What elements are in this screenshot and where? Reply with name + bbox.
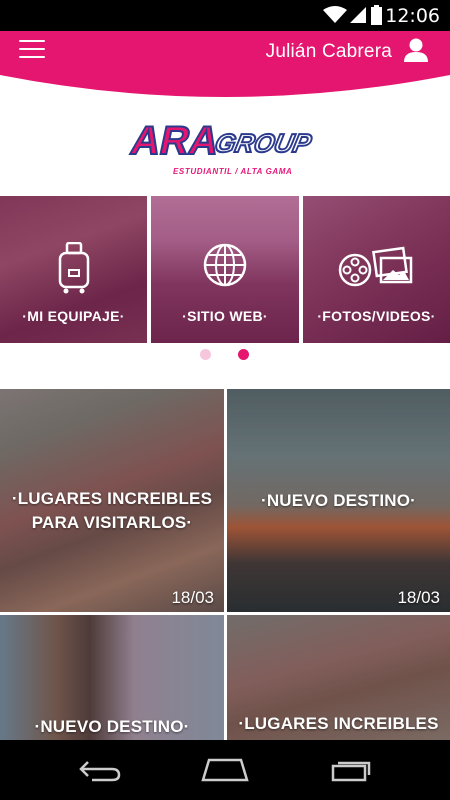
card-nuevo-destino[interactable]: ·NUEVO DESTINO· 18/03 (227, 389, 450, 612)
card-title: ·LUGARES INCREIBLES PARA VISITARLOS· (11, 489, 213, 532)
tile-label: ·SITIO WEB· (182, 308, 268, 324)
status-time: 12:06 (385, 5, 440, 27)
logo-text-main: ARA (127, 117, 223, 162)
tile-sitio-web[interactable]: ·SITIO WEB· (151, 196, 299, 343)
logo-tagline: ESTUDIANTIL / ALTA GAMA (173, 167, 293, 176)
home-icon[interactable] (201, 758, 249, 782)
back-icon[interactable] (78, 758, 122, 782)
status-bar: 12:06 (0, 0, 450, 31)
tile-label: ·MI EQUIPAJE· (22, 308, 125, 324)
card-title: ·NUEVO DESTINO· (34, 717, 190, 736)
user-name[interactable]: Julián Cabrera (266, 41, 392, 63)
pager-dot-1[interactable] (200, 349, 211, 360)
system-nav-bar (0, 740, 450, 800)
tile-label: ·FOTOS/VIDEOS· (317, 308, 436, 324)
globe-icon (203, 243, 247, 287)
card-lugares-increibles[interactable]: ·LUGARES INCREIBLES PARA VISITARLOS· 18/… (0, 389, 224, 612)
tile-mi-equipaje[interactable]: ·MI EQUIPAJE· (0, 196, 147, 343)
user-avatar-icon[interactable] (403, 37, 429, 63)
signal-icon (350, 7, 366, 23)
tile-fotos-videos[interactable]: ·FOTOS/VIDEOS· (303, 196, 450, 343)
hamburger-menu-icon[interactable] (19, 40, 45, 62)
pager-dot-2-active[interactable] (238, 349, 249, 360)
luggage-icon (58, 242, 89, 294)
battery-icon (371, 5, 382, 25)
photos-videos-icon (338, 246, 412, 287)
app-header: Julián Cabrera (0, 31, 450, 109)
card-title: ·NUEVO DESTINO· (260, 491, 417, 510)
carousel-pager (0, 349, 450, 361)
card-nuevo-destino-2[interactable]: ·NUEVO DESTINO· (0, 615, 224, 740)
card-date: 18/03 (397, 588, 440, 607)
wifi-icon (323, 6, 347, 23)
card-date: 18/03 (171, 588, 214, 607)
card-lugares-increibles-2[interactable]: ·LUGARES INCREIBLES (227, 615, 450, 740)
recent-apps-icon[interactable] (329, 758, 373, 782)
logo-text-secondary: GROUP (212, 128, 314, 158)
card-title: ·LUGARES INCREIBLES (238, 714, 439, 733)
quick-links-carousel[interactable]: ·MI EQUIPAJE· ·SITIO WEB· ·FOTOS/VIDEOS· (0, 196, 450, 343)
